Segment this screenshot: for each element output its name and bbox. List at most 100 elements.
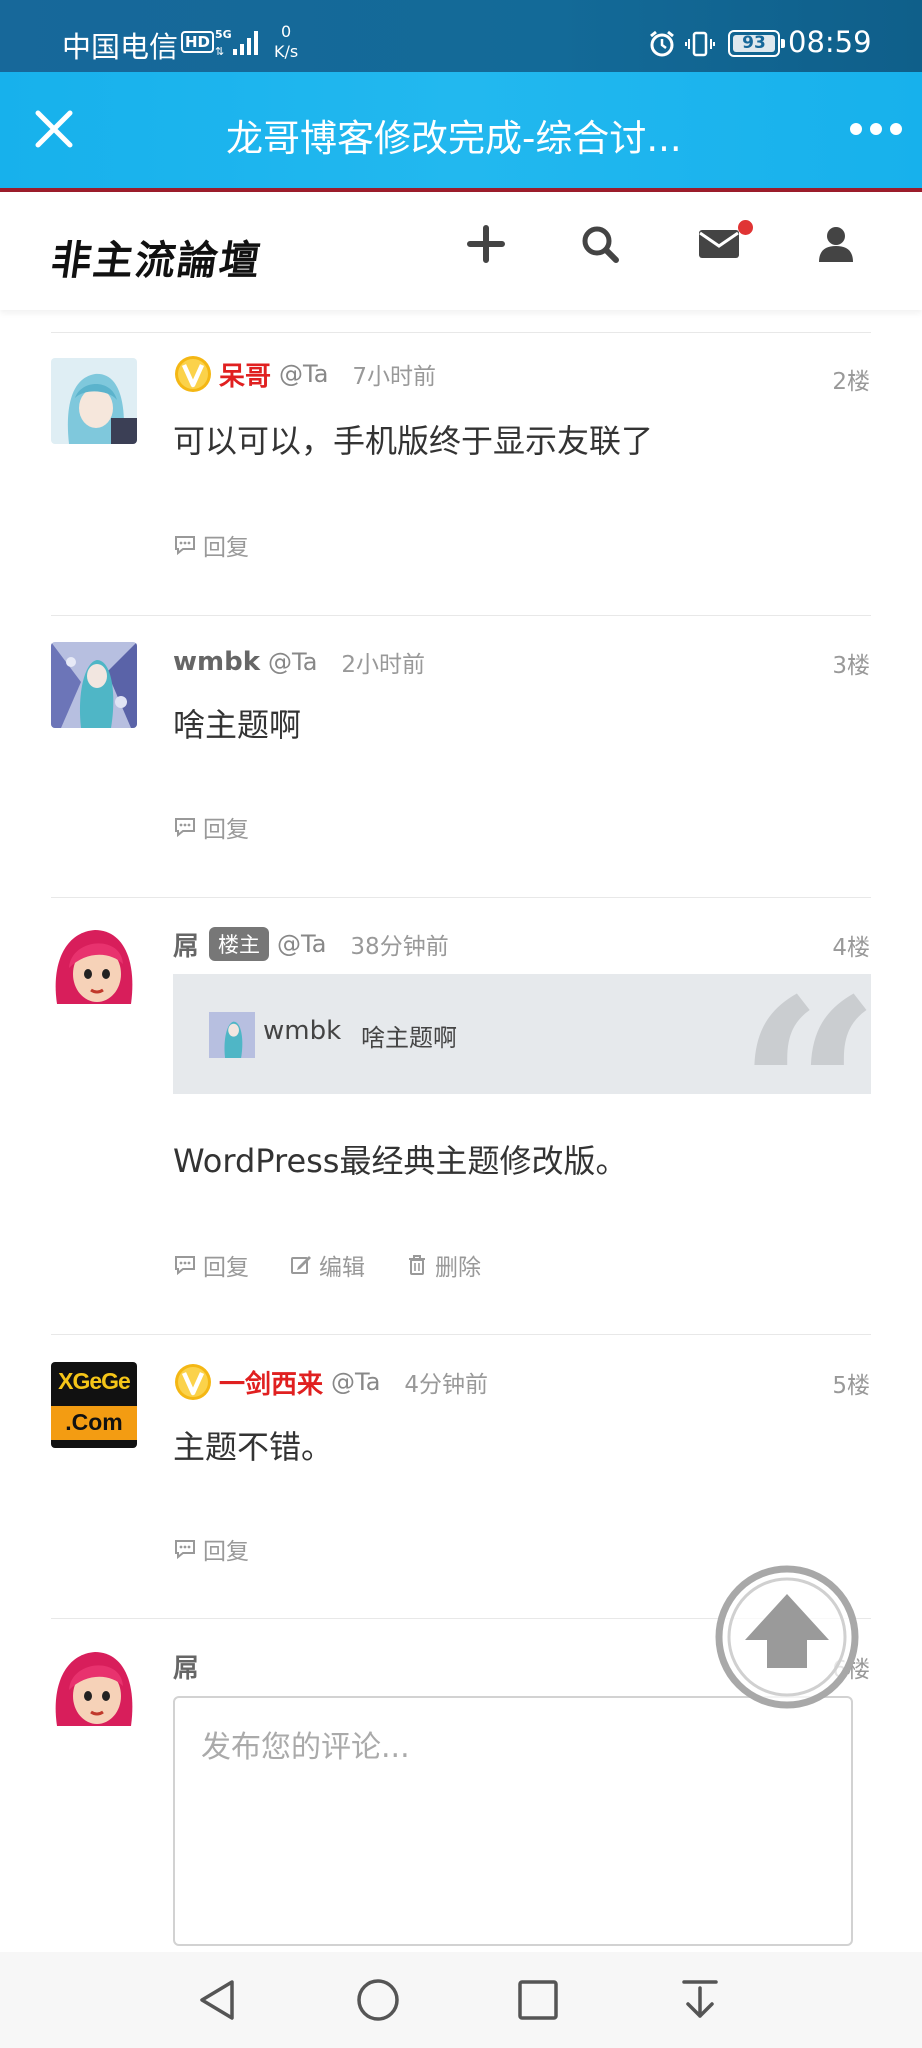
status-bar: 中国电信 HD 5G ⇅ 0 K/s 93 08:59 <box>0 0 922 72</box>
reply-author: 屌 <box>173 1653 200 1684</box>
notification-pull-down-icon[interactable] <box>676 1976 724 2024</box>
comment-content: WordPress最经典主题修改版。 <box>173 1142 628 1180</box>
floor-number: 4楼 <box>832 935 870 961</box>
comment-content: 主题不错。 <box>173 1428 334 1466</box>
avatar-text-top: XGeGe <box>58 1368 131 1394</box>
app-root: 中国电信 HD 5G ⇅ 0 K/s 93 08:59 龙哥博客修改完成-综合讨… <box>0 0 922 2048</box>
reply-button[interactable]: 回复 <box>173 1248 249 1282</box>
reply-button[interactable]: 回复 <box>173 528 249 562</box>
avatar[interactable]: XGeGe .Com <box>51 1362 137 1448</box>
comment-meta: wmbk @Ta 2小时前 <box>173 642 425 682</box>
reply-meta: 屌 <box>173 1646 199 1686</box>
network-speed: 0 K/s <box>274 22 298 62</box>
trash-icon <box>409 1255 425 1275</box>
floor-number: 2楼 <box>832 369 870 395</box>
avatar-text-bottom: .Com <box>65 1409 123 1435</box>
search-icon[interactable] <box>580 224 620 264</box>
delete-button[interactable]: 删除 <box>405 1248 481 1282</box>
comment-content: 可以可以，手机版终于显示友联了 <box>173 422 654 460</box>
quoted-author: wmbk <box>263 1016 342 1046</box>
quoted-avatar <box>209 1012 255 1058</box>
system-nav-bar <box>0 1952 922 2048</box>
battery-icon: 93 <box>728 30 785 57</box>
mail-icon[interactable] <box>697 224 741 264</box>
comment-actions: 回复 <box>173 528 289 562</box>
site-logo[interactable]: 非主流論壇 <box>48 228 266 286</box>
vip-badge-icon <box>175 1364 211 1400</box>
alarm-icon <box>650 30 674 57</box>
reply-label: 回复 <box>203 817 249 843</box>
network-speed-value: 0 <box>281 22 292 41</box>
comment-meta: 呆哥 @Ta 7小时前 <box>173 354 436 394</box>
reply-label: 回复 <box>203 535 249 561</box>
network-speed-unit: K/s <box>274 42 299 61</box>
avatar <box>51 1646 137 1732</box>
browser-app-bar: 龙哥博客修改完成-综合讨... <box>0 72 922 188</box>
comment-meta: 屌 楼主 @Ta 38分钟前 <box>173 924 449 964</box>
comment-actions: 回复 <box>173 810 289 844</box>
reply-icon <box>175 818 195 838</box>
comment-time: 7小时前 <box>352 364 437 390</box>
clock: 08:59 <box>788 25 872 59</box>
add-icon[interactable] <box>466 224 506 264</box>
vip-badge-icon <box>175 356 211 392</box>
edit-label: 编辑 <box>319 1255 365 1281</box>
delete-label: 删除 <box>435 1255 481 1281</box>
home-icon[interactable] <box>354 1976 402 2024</box>
edit-button[interactable]: 编辑 <box>289 1248 365 1282</box>
more-options-icon[interactable] <box>848 118 904 140</box>
quoted-comment: “ wmbk 啥主题啊 <box>173 974 871 1094</box>
mention-link[interactable]: @Ta <box>268 648 317 676</box>
comment-time: 4分钟前 <box>404 1372 489 1398</box>
svg-text:⇅: ⇅ <box>215 45 224 57</box>
owner-badge: 楼主 <box>209 927 270 961</box>
reply-button[interactable]: 回复 <box>173 1532 249 1566</box>
avatar[interactable] <box>51 642 137 728</box>
comment-input[interactable] <box>173 1696 853 1946</box>
svg-text:5G: 5G <box>215 28 232 41</box>
user-icon[interactable] <box>816 224 856 264</box>
back-icon[interactable] <box>194 1976 242 2024</box>
battery-level: 93 <box>733 35 775 52</box>
recents-icon[interactable] <box>514 1976 562 2024</box>
comment-actions: 回复 编辑 删除 <box>173 1248 521 1282</box>
reply-icon <box>175 1256 195 1276</box>
close-icon[interactable] <box>28 103 80 155</box>
quoted-text: 啥主题啊 <box>361 1024 457 1052</box>
mention-link[interactable]: @Ta <box>277 930 326 958</box>
quote-mark-icon: “ <box>737 974 871 1094</box>
floor-number: 5楼 <box>832 1373 870 1399</box>
floor-number: 3楼 <box>832 653 870 679</box>
avatar[interactable] <box>51 924 137 1010</box>
signal-icon: 5G ⇅ <box>215 28 258 57</box>
comment-meta: 一剑西来 @Ta 4分钟前 <box>173 1362 488 1402</box>
mention-link[interactable]: @Ta <box>279 360 328 388</box>
site-header: 非主流論壇 <box>0 192 922 310</box>
divider <box>51 615 871 616</box>
comment-content: 啥主题啊 <box>173 706 302 744</box>
reply-label: 回复 <box>203 1539 249 1565</box>
comment-author[interactable]: wmbk <box>173 647 260 677</box>
notification-dot <box>738 220 753 235</box>
edit-icon <box>291 1256 311 1274</box>
mention-link[interactable]: @Ta <box>331 1368 380 1396</box>
divider <box>51 332 871 333</box>
vibrate-icon <box>685 31 715 57</box>
comment-author[interactable]: 一剑西来 <box>219 1364 323 1401</box>
comment-author[interactable]: 屌 <box>173 926 199 963</box>
comment-author[interactable]: 呆哥 <box>219 356 271 393</box>
comment-time: 38分钟前 <box>350 934 449 960</box>
page-title: 龙哥博客修改完成-综合讨... <box>226 117 682 160</box>
divider <box>51 897 871 898</box>
comment-time: 2小时前 <box>341 652 426 678</box>
reply-button[interactable]: 回复 <box>173 810 249 844</box>
avatar[interactable] <box>51 358 137 444</box>
comment-actions: 回复 <box>173 1532 289 1566</box>
carrier-label: 中国电信 <box>62 30 179 64</box>
reply-label: 回复 <box>203 1255 249 1281</box>
hd-badge: HD <box>181 31 215 53</box>
reply-icon <box>175 1540 195 1560</box>
divider <box>51 1334 871 1335</box>
scroll-to-top-icon[interactable] <box>714 1564 860 1710</box>
reply-icon <box>175 536 195 556</box>
